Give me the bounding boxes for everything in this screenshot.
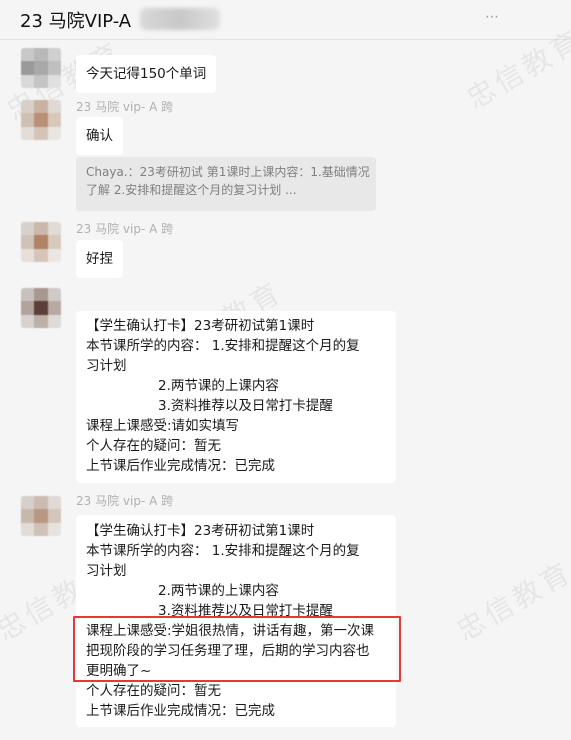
more-icon[interactable]: ⋯ [485, 9, 499, 25]
blurred-title-suffix [140, 8, 220, 30]
card-line: 3.资料推荐以及日常打卡提醒 [158, 398, 333, 414]
avatar[interactable] [21, 48, 61, 88]
sender-name: 23 马院 vip- A 跨 [76, 100, 174, 114]
chat-title: 23 马院VIP-A [20, 11, 132, 32]
message-bubble[interactable]: 确认 [76, 117, 123, 155]
message-text: 好捏 [86, 251, 113, 267]
card-line: 【学生确认打卡】23考研初试第1课时 [86, 318, 315, 334]
message-text: 今天记得150个单词 [86, 66, 207, 82]
message-text: 确认 [86, 128, 113, 144]
card-line: 本节课所学的内容： 1.安排和提醒这个月的复 [86, 543, 360, 559]
sender-name: 23 马院 vip- A 跨 [76, 494, 174, 508]
card-line: 2.两节课的上课内容 [158, 583, 279, 599]
card-line: 个人存在的疑问：暂无 [86, 438, 221, 454]
card-line: 上节课后作业完成情况：已完成 [86, 703, 275, 719]
sender-name: 23 马院 vip- A 跨 [76, 222, 174, 236]
highlight-box [73, 616, 401, 682]
card-line: 上节课后作业完成情况：已完成 [86, 458, 275, 474]
quote-text: 了解 2.安排和提醒这个月的复习计划 ... [86, 183, 297, 197]
avatar[interactable] [21, 222, 61, 262]
checkin-card[interactable]: 【学生确认打卡】23考研初试第1课时 本节课所学的内容： 1.安排和提醒这个月的… [76, 311, 396, 483]
message-bubble[interactable]: 今天记得150个单词 [76, 55, 217, 93]
card-line: 习计划 [86, 358, 127, 374]
card-line: 本节课所学的内容： 1.安排和提醒这个月的复 [86, 338, 360, 354]
card-line: 课程上课感受:请如实填写 [86, 418, 240, 434]
avatar[interactable] [21, 288, 61, 328]
card-line: 2.两节课的上课内容 [158, 378, 279, 394]
watermark-text: 忠信教育 [451, 555, 571, 648]
chat-header: 23 马院VIP-A ⋯ [0, 0, 571, 40]
quote-text: Chaya.：23考研初试 第1课时上课内容：1.基础情况 [86, 165, 370, 179]
card-line: 【学生确认打卡】23考研初试第1课时 [86, 523, 315, 539]
quoted-message[interactable]: Chaya.：23考研初试 第1课时上课内容：1.基础情况 了解 2.安排和提醒… [76, 157, 376, 211]
avatar[interactable] [21, 496, 61, 536]
card-line: 习计划 [86, 563, 127, 579]
message-bubble[interactable]: 好捏 [76, 240, 123, 278]
card-line: 个人存在的疑问：暂无 [86, 683, 221, 699]
avatar[interactable] [21, 100, 61, 140]
